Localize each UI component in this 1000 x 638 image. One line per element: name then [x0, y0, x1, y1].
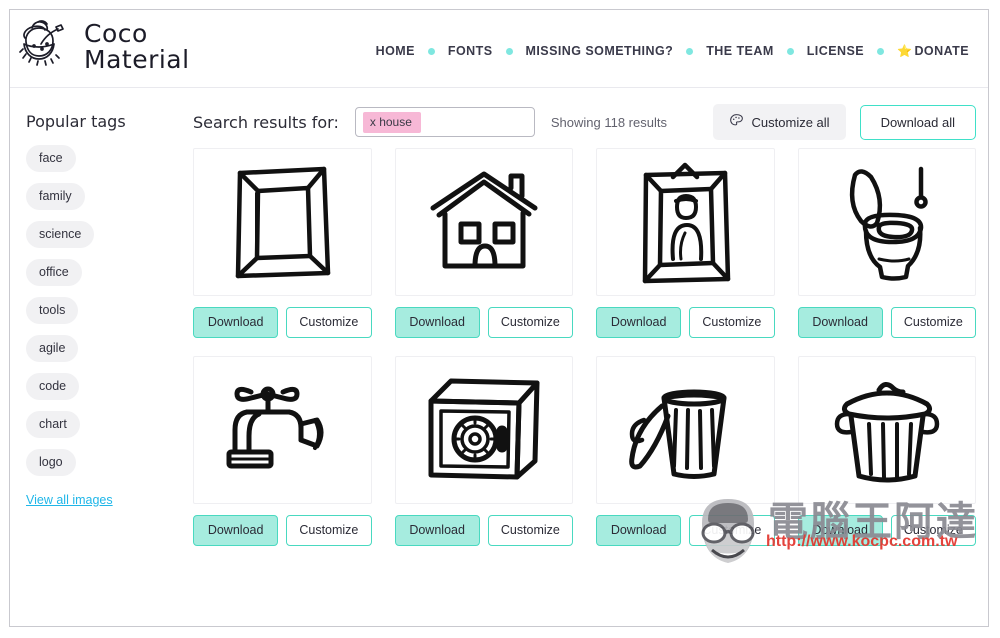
search-tag-chip-house[interactable]: x house — [362, 111, 421, 133]
customize-button[interactable]: Customize — [890, 515, 976, 546]
result-thumbnail[interactable] — [797, 356, 976, 504]
page-content: Popular tags face family science office … — [10, 88, 988, 626]
sidebar-tag-chart[interactable]: chart — [26, 411, 80, 438]
logo-line-1: Coco — [84, 19, 148, 48]
dot-separator-icon — [505, 47, 513, 55]
result-card: Download Customize — [394, 148, 573, 338]
site-logo[interactable]: Coco Material — [16, 16, 190, 78]
toolbar-actions: Customize all Download all — [712, 104, 976, 140]
customize-button[interactable]: Customize — [689, 307, 775, 338]
nav-item-the-team[interactable]: THE TEAM — [699, 40, 781, 62]
results-grid: Download Customize Download Customize Do… — [193, 146, 976, 546]
main-navigation: HOME FONTS MISSING SOMETHING? THE TEAM L… — [369, 40, 976, 62]
house-icon — [430, 171, 538, 269]
view-all-images-link[interactable]: View all images — [26, 493, 113, 507]
result-card: Download Customize — [596, 148, 775, 338]
download-button[interactable]: Download — [596, 307, 682, 338]
customize-button[interactable]: Customize — [286, 307, 372, 338]
customize-all-label: Customize all — [751, 114, 830, 130]
sidebar-tag-agile[interactable]: agile — [26, 335, 79, 362]
download-button[interactable]: Download — [797, 307, 883, 338]
nav-item-donate[interactable]: ⭐ DONATE — [890, 40, 976, 62]
dot-separator-icon — [877, 47, 885, 55]
result-card-actions: Download Customize — [193, 515, 372, 546]
sidebar-tag-tools[interactable]: tools — [26, 297, 79, 324]
site-header: Coco Material HOME FONTS MISSING SOMETHI… — [10, 10, 988, 88]
result-card-actions: Download Customize — [797, 515, 976, 546]
customize-button[interactable]: Customize — [487, 515, 573, 546]
nav-item-fonts[interactable]: FONTS — [441, 40, 500, 62]
result-thumbnail[interactable] — [193, 356, 372, 504]
result-card: Download Customize — [596, 356, 775, 546]
result-card: Download Customize — [394, 356, 573, 546]
customize-button[interactable]: Customize — [689, 515, 775, 546]
sidebar-tag-face[interactable]: face — [26, 145, 76, 172]
logo-wordmark: Coco Material — [84, 21, 190, 73]
picture-frame-icon — [236, 166, 331, 279]
result-thumbnail[interactable] — [797, 148, 976, 296]
result-thumbnail[interactable] — [596, 356, 775, 504]
sidebar-tag-science[interactable]: science — [26, 221, 95, 248]
result-card: Download Customize — [193, 148, 372, 338]
download-button[interactable]: Download — [394, 515, 480, 546]
page-container: Coco Material HOME FONTS MISSING SOMETHI… — [9, 9, 989, 627]
sidebar-tag-family[interactable]: family — [26, 183, 85, 210]
search-input[interactable]: x house — [354, 107, 535, 137]
result-card: Download Customize — [797, 356, 976, 546]
customize-all-button[interactable]: Customize all — [712, 104, 846, 140]
result-card-actions: Download Customize — [596, 515, 775, 546]
sidebar-tag-office[interactable]: office — [26, 259, 82, 286]
trash-bin-closed-icon — [834, 382, 939, 483]
download-all-button[interactable]: Download all — [859, 104, 976, 140]
download-button[interactable]: Download — [596, 515, 682, 546]
nav-item-license[interactable]: LICENSE — [800, 40, 871, 62]
faucet-icon — [226, 386, 324, 469]
star-icon: ⭐ — [897, 44, 913, 58]
download-button[interactable]: Download — [193, 515, 279, 546]
customize-button[interactable]: Customize — [890, 307, 976, 338]
result-thumbnail[interactable] — [193, 148, 372, 296]
result-card: Download Customize — [193, 356, 372, 546]
nav-item-home[interactable]: HOME — [369, 40, 422, 62]
dot-separator-icon — [786, 47, 794, 55]
customize-button[interactable]: Customize — [487, 307, 573, 338]
logo-line-2: Material — [84, 45, 190, 74]
sidebar: Popular tags face family science office … — [10, 88, 185, 509]
result-card-actions: Download Customize — [394, 307, 573, 338]
sidebar-title: Popular tags — [26, 112, 126, 131]
dot-separator-icon — [427, 47, 435, 55]
result-thumbnail[interactable] — [394, 148, 573, 296]
customize-button[interactable]: Customize — [286, 515, 372, 546]
framed-portrait-icon — [643, 162, 731, 284]
sidebar-tag-code[interactable]: code — [26, 373, 80, 400]
results-count: Showing 118 results — [550, 114, 667, 130]
result-thumbnail[interactable] — [394, 356, 573, 504]
download-button[interactable]: Download — [394, 307, 480, 338]
palette-icon — [729, 113, 744, 131]
search-results-label: Search results for: — [193, 112, 339, 132]
sidebar-tag-logo[interactable]: logo — [26, 449, 76, 476]
result-card-actions: Download Customize — [596, 307, 775, 338]
dot-separator-icon — [686, 47, 694, 55]
result-card-actions: Download Customize — [394, 515, 573, 546]
coconut-drink-icon — [16, 16, 80, 78]
result-card: Download Customize — [797, 148, 976, 338]
nav-item-missing-something[interactable]: MISSING SOMETHING? — [519, 40, 681, 62]
search-toolbar: Search results for: x house Showing 118 … — [193, 88, 976, 146]
download-button[interactable]: Download — [193, 307, 279, 338]
trash-bin-open-icon — [629, 389, 727, 479]
toilet-icon — [849, 166, 928, 281]
result-card-actions: Download Customize — [797, 307, 976, 338]
result-card-actions: Download Customize — [193, 307, 372, 338]
nav-item-donate-label: DONATE — [914, 44, 969, 58]
result-thumbnail[interactable] — [596, 148, 775, 296]
download-button[interactable]: Download — [797, 515, 883, 546]
main-results-area: Search results for: x house Showing 118 … — [185, 88, 988, 626]
safe-box-icon — [428, 378, 540, 480]
